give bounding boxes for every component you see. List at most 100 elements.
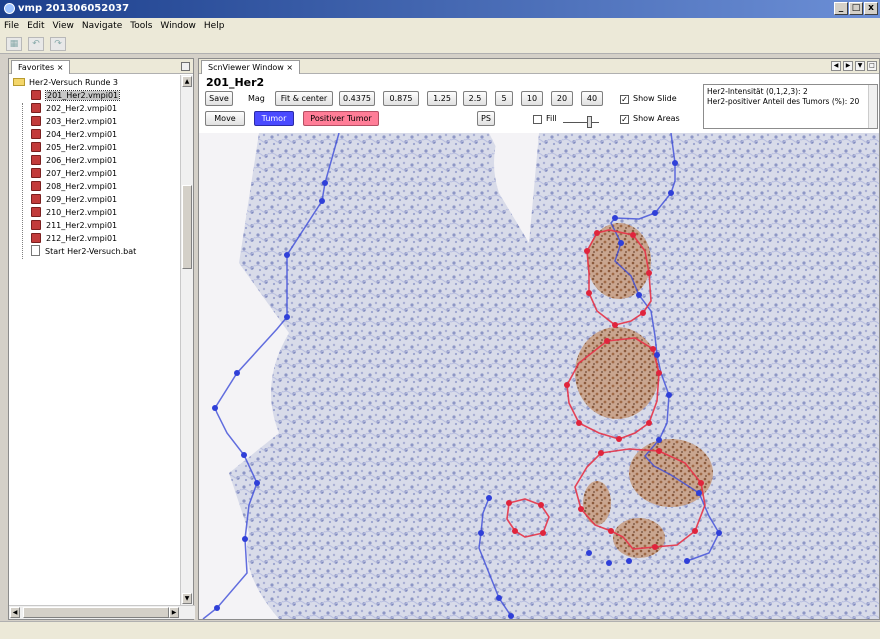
redo-icon[interactable]: ↷ <box>50 36 66 51</box>
tumor-vertex <box>214 605 220 611</box>
scroll-down-icon[interactable]: ▼ <box>182 593 192 604</box>
menu-navigate[interactable]: Navigate <box>82 18 122 34</box>
positive-vertex <box>656 370 662 376</box>
menu-window[interactable]: Window <box>160 18 196 34</box>
scroll-right-icon[interactable]: ▶ <box>169 607 179 618</box>
tree-file-item[interactable]: 202_Her2.vmpi01 <box>9 102 181 115</box>
tree-file-item[interactable]: 204_Her2.vmpi01 <box>9 128 181 141</box>
scroll-left-icon[interactable]: ◀ <box>10 607 20 618</box>
viewer-tab-label: ScnViewer Window <box>208 63 284 72</box>
menu-edit[interactable]: Edit <box>27 18 44 34</box>
show-areas-label: Show Areas <box>633 114 680 123</box>
file-label: 209_Her2.vmpi01 <box>46 195 118 204</box>
annotation-info-box[interactable]: Her2-Intensität (0,1,2,3): 2 Her2-positi… <box>703 84 878 129</box>
tree-file-item[interactable]: 210_Her2.vmpi01 <box>9 206 181 219</box>
minimize-button[interactable]: _ <box>834 2 848 15</box>
tumor-vertex <box>656 437 662 443</box>
favorites-panel-header: Favorites × <box>9 59 193 74</box>
tab-scnviewer[interactable]: ScnViewer Window × <box>201 60 301 74</box>
slide-file-icon <box>31 90 41 100</box>
zoom-0.4375-button[interactable]: 0.4375 <box>339 91 375 106</box>
tumor-vertex <box>478 530 484 536</box>
menu-file[interactable]: File <box>4 18 19 34</box>
tree-batch-item[interactable]: Start Her2-Versuch.bat <box>9 245 181 258</box>
maximize-panel-icon[interactable]: □ <box>867 61 877 71</box>
show-slide-checkbox[interactable]: ✓ <box>620 95 629 104</box>
window-title: vmp 201306052037 <box>18 3 130 14</box>
file-label: 202_Her2.vmpi01 <box>46 104 118 113</box>
slide-file-icon <box>31 116 41 126</box>
tree-file-item[interactable]: 212_Her2.vmpi01 <box>9 232 181 245</box>
tumor-button[interactable]: Tumor <box>254 111 294 126</box>
menu-view[interactable]: View <box>53 18 74 34</box>
zoom-40-button[interactable]: 40 <box>581 91 603 106</box>
tree-file-item[interactable]: 207_Her2.vmpi01 <box>9 167 181 180</box>
scroll-thumb[interactable] <box>182 185 192 269</box>
folder-label: Her2-Versuch Runde 3 <box>29 78 119 87</box>
tab-nav: ◀ ▶ ▼ □ <box>831 61 877 71</box>
close-icon[interactable]: × <box>286 63 293 72</box>
menu-help[interactable]: Help <box>204 18 225 34</box>
positive-vertex <box>692 528 698 534</box>
positive-vertex <box>640 310 646 316</box>
zoom-10-button[interactable]: 10 <box>521 91 543 106</box>
prev-tab-icon[interactable]: ◀ <box>831 61 841 71</box>
positive-tumor-button[interactable]: Positiver Tumor <box>303 111 379 126</box>
move-button[interactable]: Move <box>205 111 245 126</box>
save-button[interactable]: Save <box>205 91 233 106</box>
positive-vertex <box>594 230 600 236</box>
positive-vertex <box>656 448 662 454</box>
tumor-vertex <box>319 198 325 204</box>
positive-vertex <box>650 346 656 352</box>
ps-button[interactable]: PS <box>477 111 495 126</box>
tumor-vertex <box>612 215 618 221</box>
zoom-5-button[interactable]: 5 <box>495 91 513 106</box>
tree-file-item[interactable]: 201_Her2.vmpi01 <box>9 89 181 102</box>
close-button[interactable]: x <box>864 2 878 15</box>
maximize-button[interactable]: □ <box>849 2 863 15</box>
tree-file-item[interactable]: 206_Her2.vmpi01 <box>9 154 181 167</box>
fill-checkbox[interactable] <box>533 115 542 124</box>
info-scrollbar[interactable] <box>868 85 877 128</box>
zoom-1.25-button[interactable]: 1.25 <box>427 91 457 106</box>
zoom-2.5-button[interactable]: 2.5 <box>463 91 487 106</box>
minimize-panel-button[interactable] <box>181 62 190 71</box>
favorites-vertical-scrollbar[interactable]: ▲ ▼ <box>180 75 193 605</box>
tab-list-icon[interactable]: ▼ <box>855 61 865 71</box>
favorites-horizontal-scrollbar[interactable]: ◀ ▶ <box>9 605 195 619</box>
file-label: 211_Her2.vmpi01 <box>46 221 118 230</box>
next-tab-icon[interactable]: ▶ <box>843 61 853 71</box>
menu-tools[interactable]: Tools <box>130 18 152 34</box>
tree-file-item[interactable]: 211_Her2.vmpi01 <box>9 219 181 232</box>
open-icon[interactable]: ▦ <box>6 36 22 51</box>
tree-folder[interactable]: Her2-Versuch Runde 3 <box>9 76 181 89</box>
file-label: 203_Her2.vmpi01 <box>46 117 118 126</box>
positive-vertex <box>578 506 584 512</box>
show-areas-checkbox[interactable]: ✓ <box>620 115 629 124</box>
tree-file-item[interactable]: 209_Her2.vmpi01 <box>9 193 181 206</box>
scroll-thumb[interactable] <box>23 607 169 618</box>
tree-file-item[interactable]: 208_Her2.vmpi01 <box>9 180 181 193</box>
opacity-slider-track[interactable] <box>563 122 599 123</box>
tree-file-item[interactable]: 203_Her2.vmpi01 <box>9 115 181 128</box>
opacity-slider-knob[interactable] <box>587 116 592 128</box>
tumor-vertex <box>626 558 632 564</box>
zoom-0.875-button[interactable]: 0.875 <box>383 91 419 106</box>
viewer-panel: ScnViewer Window × ◀ ▶ ▼ □ 201_Her2 Save… <box>198 58 880 620</box>
fit-center-button[interactable]: Fit & center <box>275 91 333 106</box>
close-icon[interactable]: × <box>57 63 64 72</box>
file-label: 205_Her2.vmpi01 <box>46 143 118 152</box>
tab-favorites[interactable]: Favorites × <box>11 60 71 74</box>
scroll-up-icon[interactable]: ▲ <box>182 76 192 87</box>
tree-file-item[interactable]: 205_Her2.vmpi01 <box>9 141 181 154</box>
batch-file-icon <box>31 245 40 256</box>
slide-svg[interactable] <box>199 133 879 619</box>
tumor-vertex <box>618 240 624 246</box>
status-bar <box>0 621 880 639</box>
slide-file-icon <box>31 220 41 230</box>
batch-label: Start Her2-Versuch.bat <box>45 247 137 256</box>
zoom-20-button[interactable]: 20 <box>551 91 573 106</box>
slide-title: 201_Her2 <box>206 76 265 89</box>
slide-canvas[interactable] <box>199 133 879 619</box>
undo-icon[interactable]: ↶ <box>28 36 44 51</box>
